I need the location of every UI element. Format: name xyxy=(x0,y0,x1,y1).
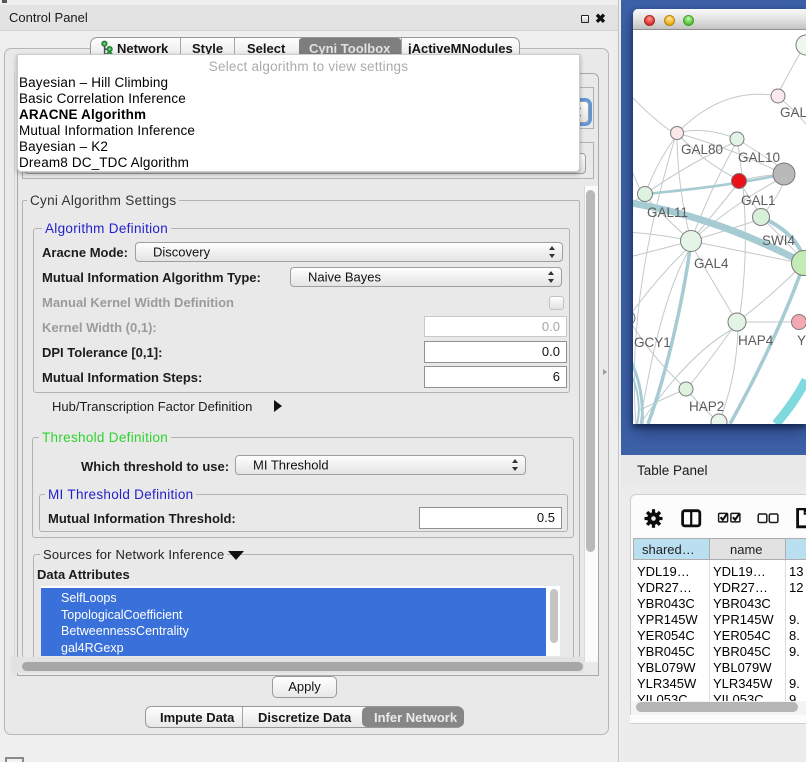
svg-text:GAL7: GAL7 xyxy=(780,105,806,120)
svg-text:HAP2: HAP2 xyxy=(689,399,724,414)
svg-text:HAP4: HAP4 xyxy=(738,333,774,348)
svg-text:GAL1: GAL1 xyxy=(741,193,776,208)
svg-text:SWI4: SWI4 xyxy=(762,233,795,248)
svg-text:YB: YB xyxy=(797,333,806,348)
svg-text:GAL11: GAL11 xyxy=(647,205,688,220)
svg-text:GCY1: GCY1 xyxy=(634,335,671,350)
svg-text:GAL4: GAL4 xyxy=(694,256,729,271)
svg-text:GAL80: GAL80 xyxy=(681,142,723,157)
svg-text:GAL10: GAL10 xyxy=(738,150,780,165)
